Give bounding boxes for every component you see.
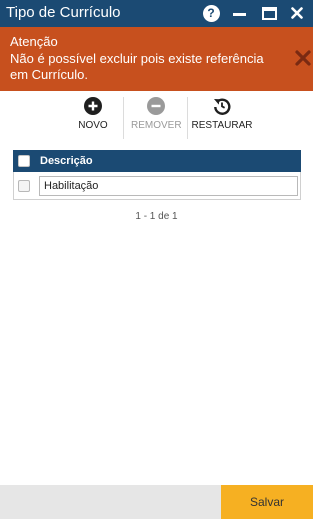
minus-circle-icon [147, 97, 165, 115]
undo-icon [214, 98, 231, 115]
pagination-info: 1 - 1 de 1 [135, 211, 178, 222]
data-grid: Descrição Habilitação [13, 150, 301, 200]
help-icon: ? [202, 4, 220, 22]
close-button[interactable] [287, 3, 307, 23]
alert-message: Não é possível excluir pois existe refer… [10, 51, 264, 82]
toolbar-divider [123, 97, 124, 139]
title-bar: Tipo de Currículo ? [0, 0, 313, 27]
maximize-button[interactable] [259, 3, 279, 23]
minimize-icon [232, 12, 246, 16]
alert-close-button[interactable] [294, 49, 312, 67]
help-button[interactable]: ? [201, 3, 221, 23]
alert-heading: Atenção [10, 34, 58, 49]
remover-button[interactable]: REMOVER [131, 97, 182, 137]
table-row[interactable]: Habilitação [13, 172, 301, 200]
window-title: Tipo de Currículo [6, 4, 121, 21]
restaurar-button[interactable]: RESTAURAR [191, 97, 253, 137]
close-icon [291, 7, 303, 19]
alert-banner: Atenção Não é possível excluir pois exis… [0, 27, 313, 91]
column-header-descricao[interactable]: Descrição [40, 154, 93, 168]
plus-circle-icon [84, 97, 102, 115]
close-icon [295, 50, 311, 66]
save-button[interactable]: Salvar [221, 485, 313, 519]
minimize-button[interactable] [229, 3, 249, 23]
remover-label: REMOVER [131, 120, 182, 131]
row-checkbox[interactable] [18, 180, 30, 192]
descricao-input[interactable]: Habilitação [39, 176, 298, 196]
maximize-icon [261, 6, 277, 20]
novo-label: NOVO [78, 120, 108, 131]
select-all-checkbox[interactable] [18, 155, 30, 167]
toolbar: NOVO REMOVER RESTAURAR [0, 91, 313, 143]
toolbar-divider [187, 97, 188, 139]
novo-button[interactable]: NOVO [73, 97, 113, 137]
grid-header: Descrição [13, 150, 301, 172]
restaurar-label: RESTAURAR [191, 120, 253, 131]
footer-bar: Salvar [0, 485, 313, 519]
